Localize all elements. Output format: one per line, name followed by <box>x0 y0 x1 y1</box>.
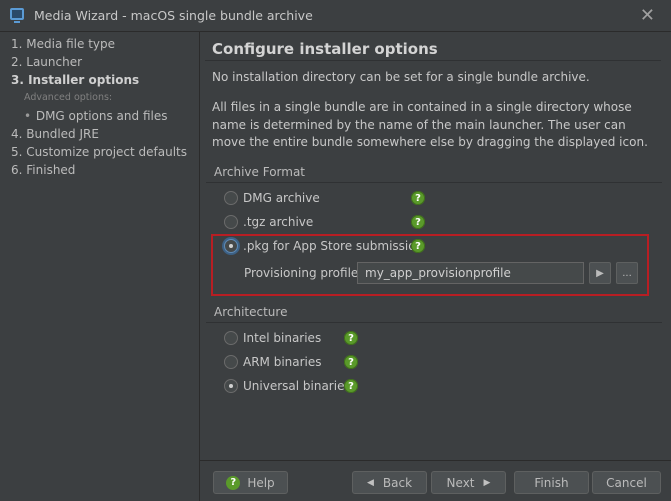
cancel-button-label: Cancel <box>606 475 647 490</box>
radio-label: Intel binaries <box>243 331 322 345</box>
back-button[interactable]: ◀ Back <box>352 471 427 494</box>
help-icon-intel[interactable]: ? <box>344 331 358 345</box>
archive-format-divider <box>206 182 662 183</box>
archive-format-label: Archive Format <box>214 165 306 179</box>
cancel-button[interactable]: Cancel <box>592 471 661 494</box>
step-dmg-options-and-files[interactable]: • DMG options and files <box>24 109 167 123</box>
radio-label: DMG archive <box>243 191 320 205</box>
play-button[interactable]: ▶ <box>589 262 611 284</box>
title-bar: Media Wizard - macOS single bundle archi… <box>0 0 671 32</box>
play-icon: ▶ <box>596 267 604 279</box>
radio-label: Universal binaries <box>243 379 351 393</box>
help-icon-arm[interactable]: ? <box>344 355 358 369</box>
radio-label: ARM binaries <box>243 355 322 369</box>
finish-button-label: Finish <box>534 475 569 490</box>
advanced-options-header: Advanced options: <box>24 92 113 103</box>
radio-button[interactable] <box>224 191 238 205</box>
radio-button-selected[interactable] <box>224 239 238 253</box>
step-media-file-type[interactable]: 1. Media file type <box>11 37 115 51</box>
radio-pkg-app-store[interactable]: .pkg for App Store submission <box>224 239 423 253</box>
provisioning-profile-label: Provisioning profile: <box>244 266 363 280</box>
app-icon <box>10 8 24 23</box>
back-button-label: Back <box>382 475 413 490</box>
step-bundled-jre[interactable]: 4. Bundled JRE <box>11 127 99 141</box>
heading-divider <box>205 60 661 61</box>
radio-button[interactable] <box>224 215 238 229</box>
architecture-label: Architecture <box>214 305 288 319</box>
bundle-description: All files in a single bundle are in cont… <box>212 100 648 149</box>
radio-button[interactable] <box>224 355 238 369</box>
close-icon[interactable]: ✕ <box>640 5 655 26</box>
browse-button[interactable]: ... <box>616 262 638 284</box>
window-title: Media Wizard - macOS single bundle archi… <box>34 8 313 23</box>
help-icon-universal[interactable]: ? <box>344 379 358 393</box>
radio-intel-binaries[interactable]: Intel binaries <box>224 331 321 345</box>
radio-arm-binaries[interactable]: ARM binaries <box>224 355 322 369</box>
help-icon-dmg[interactable]: ? <box>411 191 425 205</box>
help-icon-tgz[interactable]: ? <box>411 215 425 229</box>
radio-button-selected[interactable] <box>224 379 238 393</box>
step-dmg-options-label: DMG options and files <box>35 109 168 123</box>
help-button-label: Help <box>247 475 275 490</box>
radio-universal-binaries[interactable]: Universal binaries <box>224 379 351 393</box>
radio-label: .pkg for App Store submission <box>243 239 424 253</box>
next-arrow-icon: ▶ <box>483 477 491 488</box>
footer-divider <box>200 460 671 461</box>
ellipsis-icon: ... <box>622 267 632 279</box>
no-install-dir-note: No installation directory can be set for… <box>212 70 590 84</box>
step-installer-options[interactable]: 3. Installer options <box>11 73 139 87</box>
radio-dmg-archive[interactable]: DMG archive <box>224 191 320 205</box>
bullet-icon: • <box>24 109 32 123</box>
radio-label: .tgz archive <box>243 215 314 229</box>
page-title: Configure installer options <box>212 40 438 58</box>
next-button[interactable]: Next ▶ <box>431 471 506 494</box>
help-icon: ? <box>226 475 241 490</box>
help-button[interactable]: ? Help <box>213 471 288 494</box>
architecture-divider <box>206 322 662 323</box>
radio-button[interactable] <box>224 331 238 345</box>
finish-button[interactable]: Finish <box>514 471 589 494</box>
help-icon-pkg[interactable]: ? <box>411 239 425 253</box>
step-finished[interactable]: 6. Finished <box>11 163 75 177</box>
radio-tgz-archive[interactable]: .tgz archive <box>224 215 313 229</box>
step-launcher[interactable]: 2. Launcher <box>11 55 82 69</box>
next-button-label: Next <box>446 475 475 490</box>
back-arrow-icon: ◀ <box>366 477 374 488</box>
provisioning-profile-field[interactable]: my_app_provisionprofile <box>357 262 584 284</box>
step-customize-project-defaults[interactable]: 5. Customize project defaults <box>11 145 187 159</box>
wizard-steps-sidebar: 1. Media file type 2. Launcher 3. Instal… <box>0 32 200 501</box>
